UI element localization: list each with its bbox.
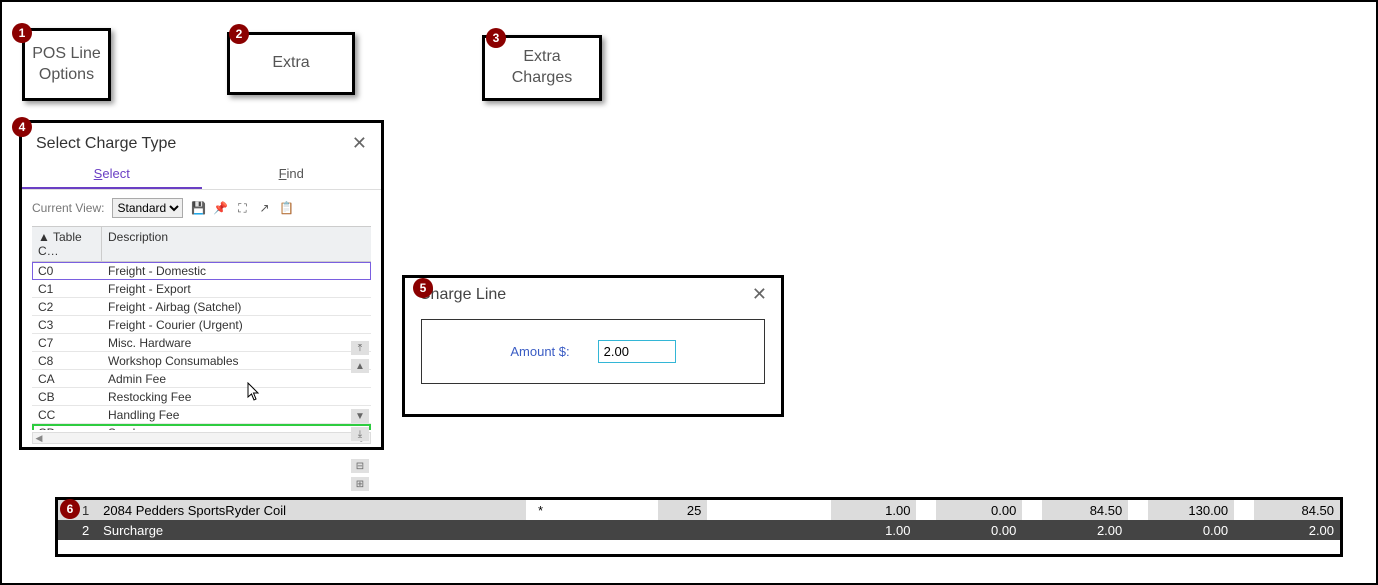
- current-view-label: Current View:: [32, 201, 104, 215]
- step-badge-3: 3: [486, 28, 506, 48]
- toolbar: Current View: Standard 💾 📌 ⛶ ↗ 📋: [22, 190, 381, 226]
- save-icon[interactable]: 💾: [191, 201, 205, 215]
- step-badge-4: 4: [12, 117, 32, 137]
- tab-underlined-letter: F: [279, 166, 287, 181]
- vertical-scrollbar[interactable]: ⤒ ▲ ▼ ⤓ ⊟ ⊞: [351, 341, 369, 516]
- table-row[interactable]: C2Freight - Airbag (Satchel): [32, 298, 371, 316]
- scroll-left-icon[interactable]: ◀: [33, 433, 45, 443]
- cell-description: Workshop Consumables: [102, 352, 371, 369]
- cell-description: Surcharge: [102, 424, 371, 430]
- table-row[interactable]: CAAdmin Fee: [32, 370, 371, 388]
- row-num1: 1.00: [831, 500, 917, 520]
- cell-description: Freight - Domestic: [102, 262, 371, 279]
- cell-description: Freight - Airbag (Satchel): [102, 298, 371, 315]
- row-description: Surcharge: [99, 520, 526, 540]
- cell-code: C1: [32, 280, 102, 297]
- row-num5: 2.00: [1254, 520, 1340, 540]
- table-row[interactable]: C8Workshop Consumables: [32, 352, 371, 370]
- pos-line-options-button[interactable]: POS Line Options: [22, 28, 111, 101]
- cell-code: C0: [32, 262, 102, 279]
- step-badge-6: 6: [60, 499, 80, 519]
- cell-code: C8: [32, 352, 102, 369]
- step-badge-2: 2: [229, 24, 249, 44]
- step-badge-1: 1: [12, 23, 32, 43]
- amount-label: Amount $:: [510, 344, 569, 359]
- cell-code: C3: [32, 316, 102, 333]
- cell-description: Freight - Export: [102, 280, 371, 297]
- row-num4: 0.00: [1148, 520, 1234, 540]
- cell-code: CC: [32, 406, 102, 423]
- table-row[interactable]: 2 Surcharge 1.00 0.00 2.00 0.00 2.00: [58, 520, 1340, 540]
- table-row[interactable]: CDSurcharge: [32, 424, 371, 430]
- amount-input[interactable]: [598, 340, 676, 363]
- pin-icon[interactable]: 📌: [213, 201, 227, 215]
- grid-header: ▲ Table C… Description: [32, 226, 371, 262]
- row-num2: 0.00: [936, 500, 1022, 520]
- cell-description: Restocking Fee: [102, 388, 371, 405]
- scroll-bottom-icon[interactable]: ⤓: [351, 427, 369, 441]
- copy-icon[interactable]: 📋: [279, 201, 293, 215]
- close-icon[interactable]: ✕: [352, 133, 367, 154]
- extra-button[interactable]: Extra: [227, 32, 355, 95]
- col-header-description[interactable]: Description: [102, 227, 371, 261]
- cell-code: CD: [32, 424, 102, 430]
- row-flag: *: [526, 503, 555, 518]
- tab-underlined-letter: S: [94, 166, 103, 181]
- horizontal-scrollbar[interactable]: ◀ ▶: [32, 432, 371, 444]
- expand-icon[interactable]: ⛶: [235, 201, 249, 215]
- select-charge-type-dialog: Select Charge Type ✕ Select Find Current…: [19, 120, 384, 450]
- col-header-code[interactable]: ▲ Table C…: [32, 227, 102, 261]
- grid: ▲ Table C… Description C0Freight - Domes…: [22, 226, 381, 450]
- collapse-icon[interactable]: ⊟: [351, 459, 369, 473]
- dialog-title: Select Charge Type: [36, 135, 176, 153]
- row-index: 2: [58, 520, 99, 540]
- row-num2: 0.00: [936, 520, 1022, 540]
- row-qty: 25: [658, 500, 707, 520]
- cell-description: Handling Fee: [102, 406, 371, 423]
- tab-select[interactable]: Select: [22, 160, 202, 189]
- dialog-body: Amount $:: [421, 319, 765, 384]
- expand-icon[interactable]: ⊞: [351, 477, 369, 491]
- row-num1: 1.00: [831, 520, 917, 540]
- table-row[interactable]: C1Freight - Export: [32, 280, 371, 298]
- table-row[interactable]: C3Freight - Courier (Urgent): [32, 316, 371, 334]
- tab-find[interactable]: Find: [202, 160, 382, 189]
- step-badge-5: 5: [413, 278, 433, 298]
- charge-line-dialog: Charge Line ✕ Amount $:: [402, 275, 784, 417]
- scroll-top-icon[interactable]: ⤒: [351, 341, 369, 355]
- popout-icon[interactable]: ↗: [257, 201, 271, 215]
- scroll-down-icon[interactable]: ▼: [351, 409, 369, 423]
- cell-description: Admin Fee: [102, 370, 371, 387]
- cell-code: CA: [32, 370, 102, 387]
- row-num3: 84.50: [1042, 500, 1128, 520]
- cell-description: Misc. Hardware: [102, 334, 371, 351]
- cell-description: Freight - Courier (Urgent): [102, 316, 371, 333]
- tab-bar: Select Find: [22, 160, 381, 190]
- scroll-up-icon[interactable]: ▲: [351, 359, 369, 373]
- cell-code: C2: [32, 298, 102, 315]
- cell-code: CB: [32, 388, 102, 405]
- table-row[interactable]: C0Freight - Domestic: [32, 262, 371, 280]
- line-items-table: 1 2084 Pedders SportsRyder Coil * 25 1.0…: [55, 497, 1343, 557]
- table-row[interactable]: C7Misc. Hardware: [32, 334, 371, 352]
- row-qty: [658, 520, 707, 540]
- row-description: 2084 Pedders SportsRyder Coil: [99, 500, 526, 520]
- scroll-track[interactable]: [351, 377, 369, 405]
- table-row[interactable]: 1 2084 Pedders SportsRyder Coil * 25 1.0…: [58, 500, 1340, 520]
- close-icon[interactable]: ✕: [752, 284, 767, 305]
- table-row[interactable]: CCHandling Fee: [32, 406, 371, 424]
- row-num4: 130.00: [1148, 500, 1234, 520]
- table-row[interactable]: CBRestocking Fee: [32, 388, 371, 406]
- cell-code: C7: [32, 334, 102, 351]
- row-num3: 2.00: [1042, 520, 1128, 540]
- row-num5: 84.50: [1254, 500, 1340, 520]
- current-view-select[interactable]: Standard: [112, 198, 183, 218]
